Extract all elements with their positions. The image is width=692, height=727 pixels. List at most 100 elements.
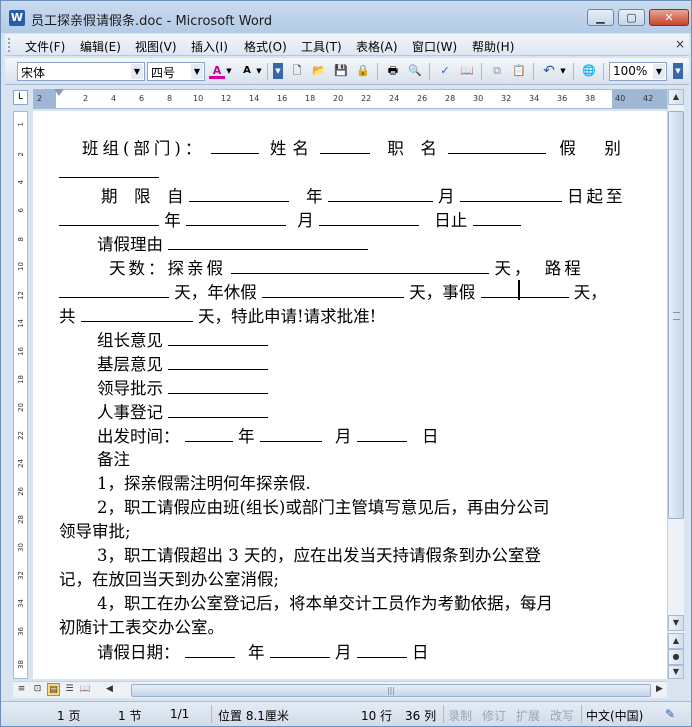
blank-leader — [168, 376, 269, 394]
note-2b: 领导审批; — [59, 522, 131, 541]
chevron-down-icon[interactable]: ▼ — [653, 64, 665, 79]
font-name-combo[interactable]: 宋体 ▼ — [17, 62, 145, 81]
ruler-tick: 4 — [111, 94, 117, 103]
save-icon[interactable]: 💾 — [333, 63, 349, 79]
grow-font-icon[interactable]: A — [239, 63, 255, 79]
ruler-tick: 10 — [193, 94, 204, 103]
chevron-down-icon[interactable]: ▼ — [191, 64, 203, 79]
label-personal-unit: 天， — [573, 283, 607, 302]
scroll-left-icon[interactable]: ◀ — [103, 683, 116, 696]
horizontal-scroll-thumb[interactable]: ||| — [131, 684, 651, 697]
chevron-down-icon[interactable]: ▼ — [225, 63, 233, 79]
vruler-tick: 32 — [17, 571, 25, 580]
label-depart-year: 年 — [238, 427, 255, 446]
window-title: 员工探亲假请假条.doc - Microsoft Word — [31, 14, 273, 29]
toolbar-options-icon[interactable]: ▼ — [673, 63, 683, 79]
chevron-down-icon[interactable]: ▼ — [255, 63, 263, 79]
toolbar-separator — [267, 63, 268, 80]
chevron-down-icon[interactable]: ▼ — [131, 64, 143, 79]
blank-date-day — [356, 640, 407, 658]
toolbar-separator — [429, 63, 430, 80]
formatting-toolbar: 宋体 ▼ 四号 ▼ A ▼ A ▼ ▼ 🗋 📂 💾 🔒 🖶 🔍 ✓ 📖 ⧉ 📋 … — [5, 58, 689, 85]
document-close-icon[interactable]: × — [675, 37, 685, 51]
open-folder-icon[interactable]: 📂 — [311, 63, 327, 79]
horizontal-ruler[interactable]: 2 2 4 6 8 10 12 14 16 18 20 22 24 26 28 … — [33, 89, 667, 109]
label-days-travel: 天， 路程 — [494, 259, 584, 278]
menu-format[interactable]: 格式(O) — [244, 38, 287, 55]
grip-icon — [673, 312, 680, 320]
select-browse-object-icon[interactable]: ● — [668, 649, 684, 665]
ruler-tick: 24 — [389, 94, 400, 103]
scroll-down-icon[interactable]: ▼ — [668, 615, 684, 631]
menu-help[interactable]: 帮助(H) — [472, 38, 514, 55]
toolbar-options-icon[interactable]: ▼ — [273, 63, 283, 79]
vertical-scrollbar[interactable]: ▲ ▼ ▲ ● ▼ — [667, 89, 684, 679]
outline-view-icon[interactable]: ☰ — [63, 683, 76, 696]
scroll-right-icon[interactable]: ▶ — [653, 683, 666, 696]
word-window: W 员工探亲假请假条.doc - Microsoft Word ▁ ▢ ✕ 文件… — [0, 0, 692, 727]
toolbar-separator — [481, 63, 482, 80]
note-4a: 4，职工在办公室登记后，将本单交计工员作为考勤依据，每月 — [97, 594, 553, 613]
status-extend[interactable]: 扩展 — [516, 707, 540, 724]
print-preview-icon[interactable]: 🔍 — [407, 63, 423, 79]
label-days-family: 天数：探亲假 — [109, 259, 226, 278]
paste-icon[interactable]: 📋 — [511, 63, 527, 79]
line-group-opinion: 组长意见 — [97, 328, 269, 353]
line-request-date: 请假日期： 年 月 日 — [97, 640, 429, 665]
font-color-icon[interactable]: A — [209, 63, 225, 79]
menu-file[interactable]: 文件(F) — [25, 38, 65, 55]
hyperlink-icon[interactable]: 🌐 — [581, 63, 597, 79]
menu-insert[interactable]: 插入(I) — [191, 38, 228, 55]
copy-icon[interactable]: ⧉ — [489, 63, 505, 79]
vertical-scroll-thumb[interactable] — [668, 111, 684, 519]
web-layout-icon[interactable]: ⊡ — [31, 683, 44, 696]
permission-icon[interactable]: 🔒 — [355, 63, 371, 79]
menu-edit[interactable]: 编辑(E) — [80, 38, 121, 55]
line-period-end: 年 月 日止 — [59, 208, 521, 233]
status-record-macro[interactable]: 录制 — [448, 707, 472, 724]
line-leader: 领导批示 — [97, 376, 269, 401]
close-button[interactable]: ✕ — [649, 9, 689, 26]
ruler-tick: 12 — [221, 94, 232, 103]
scroll-up-icon[interactable]: ▲ — [668, 89, 684, 105]
next-page-icon[interactable]: ▼ — [668, 665, 684, 679]
research-icon[interactable]: 📖 — [459, 63, 475, 79]
tab-selector[interactable]: L — [13, 90, 28, 105]
font-size-combo[interactable]: 四号 ▼ — [147, 62, 205, 81]
undo-icon[interactable]: ↶ — [541, 63, 557, 79]
status-language[interactable]: 中文(中国) — [586, 707, 643, 724]
previous-page-icon[interactable]: ▲ — [668, 633, 684, 649]
minimize-button[interactable]: ▁ — [587, 9, 614, 26]
menu-grip[interactable] — [8, 38, 12, 52]
blank-to-year — [59, 208, 159, 226]
chevron-down-icon[interactable]: ▼ — [559, 63, 567, 79]
spelling-icon[interactable]: ✓ — [437, 63, 453, 79]
menu-tools[interactable]: 工具(T) — [301, 38, 342, 55]
new-document-icon[interactable]: 🗋 — [289, 63, 305, 79]
indent-marker[interactable] — [54, 89, 64, 96]
menu-bar: 文件(F) 编辑(E) 视图(V) 插入(I) 格式(O) 工具(T) 表格(A… — [5, 34, 689, 56]
blank-reason — [168, 232, 369, 250]
vertical-ruler[interactable]: 1 2 4 6 8 10 12 14 16 18 20 22 24 26 28 … — [13, 111, 28, 679]
menu-table[interactable]: 表格(A) — [356, 38, 398, 55]
spelling-status-icon[interactable]: ✎ — [665, 707, 675, 721]
print-layout-icon[interactable]: ▤ — [47, 683, 60, 696]
blank-base-opinion — [168, 352, 269, 370]
normal-view-icon[interactable]: ≡ — [15, 683, 28, 696]
menu-view[interactable]: 视图(V) — [135, 38, 177, 55]
menu-window[interactable]: 窗口(W) — [412, 38, 457, 55]
word-app-icon[interactable]: W — [9, 10, 25, 26]
document-page[interactable]: 班组(部门)： 姓名 职 名 假 别 期 限 自 年 月 日起至 年 月 日止 … — [33, 111, 667, 679]
print-icon[interactable]: 🖶 — [385, 63, 401, 79]
zoom-combo[interactable]: 100% ▼ — [609, 62, 667, 81]
status-overtype[interactable]: 改写 — [550, 707, 574, 724]
maximize-button[interactable]: ▢ — [618, 9, 645, 26]
status-track-changes[interactable]: 修订 — [482, 707, 506, 724]
vruler-tick: 18 — [17, 375, 25, 384]
ruler-tick: 28 — [445, 94, 456, 103]
horizontal-scrollbar[interactable]: ≡ ⊡ ▤ ☰ 📖 ◀ ||| ▶ — [13, 681, 667, 698]
vruler-tick: 8 — [17, 237, 25, 242]
ruler-tick: 18 — [305, 94, 316, 103]
toolbar-separator — [533, 63, 534, 80]
reading-layout-icon[interactable]: 📖 — [79, 683, 92, 696]
